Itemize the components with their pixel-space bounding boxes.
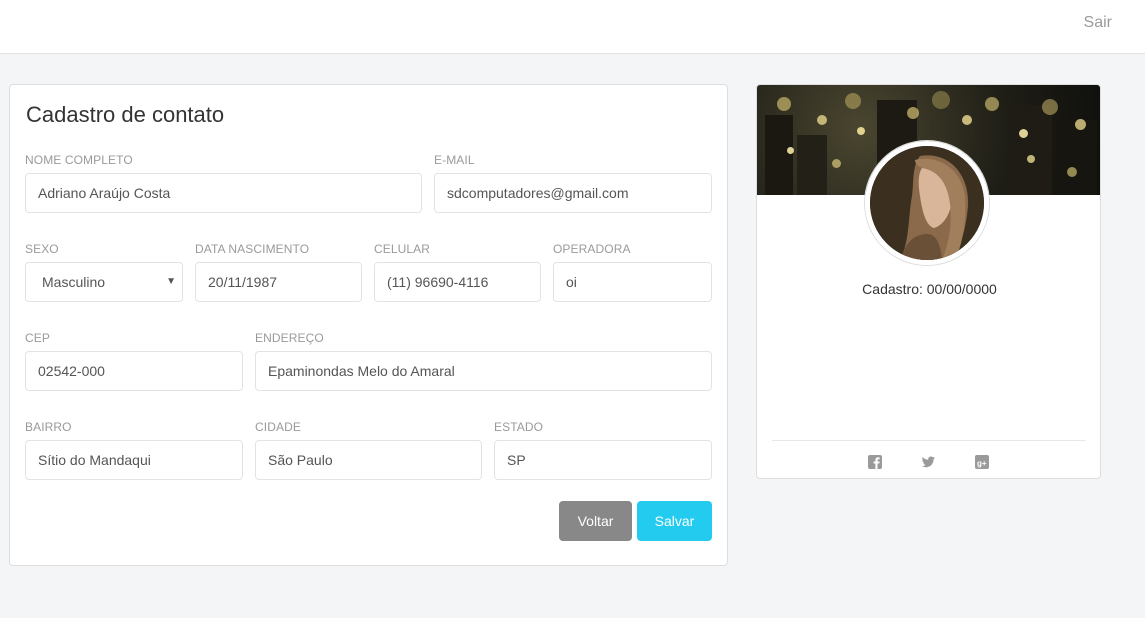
twitter-icon[interactable] — [920, 454, 936, 470]
contact-form-card: Cadastro de contato NOME COMPLETO E-MAIL… — [9, 84, 728, 566]
city-label: CIDADE — [255, 420, 301, 434]
birth-date-label: DATA NASCIMENTO — [195, 242, 310, 256]
top-navbar: Sair — [0, 0, 1145, 54]
state-input[interactable] — [494, 440, 712, 480]
carrier-input[interactable] — [553, 262, 712, 302]
logout-link[interactable]: Sair — [1084, 14, 1112, 32]
google-plus-icon[interactable]: g+ — [974, 454, 990, 470]
full-name-input[interactable] — [25, 173, 422, 213]
sex-select-value: Masculino — [42, 274, 106, 290]
zip-label: CEP — [25, 331, 50, 345]
address-label: ENDEREÇO — [255, 331, 324, 345]
zip-input[interactable] — [25, 351, 243, 391]
mobile-input[interactable] — [374, 262, 541, 302]
sex-select[interactable]: Masculino ▼ — [25, 262, 183, 302]
district-label: BAIRRO — [25, 420, 72, 434]
svg-text:g+: g+ — [977, 459, 987, 468]
facebook-icon[interactable] — [867, 454, 883, 470]
email-label: E-MAIL — [434, 153, 475, 167]
form-title: Cadastro de contato — [26, 102, 225, 127]
registration-date: Cadastro: 00/00/0000 — [862, 281, 997, 297]
birth-date-input[interactable] — [195, 262, 362, 302]
address-input[interactable] — [255, 351, 712, 391]
mobile-label: CELULAR — [374, 242, 431, 256]
profile-card: Cadastro: 00/00/0000 g+ — [756, 84, 1101, 479]
divider — [772, 440, 1086, 441]
caret-down-icon: ▼ — [166, 276, 176, 287]
sex-label: SEXO — [25, 242, 59, 256]
city-input[interactable] — [255, 440, 482, 480]
full-name-label: NOME COMPLETO — [25, 153, 133, 167]
carrier-label: OPERADORA — [553, 242, 631, 256]
back-button[interactable]: Voltar — [559, 501, 632, 541]
state-label: ESTADO — [494, 420, 544, 434]
district-input[interactable] — [25, 440, 243, 480]
save-button[interactable]: Salvar — [637, 501, 712, 541]
email-input[interactable] — [434, 173, 712, 213]
avatar — [865, 141, 989, 265]
